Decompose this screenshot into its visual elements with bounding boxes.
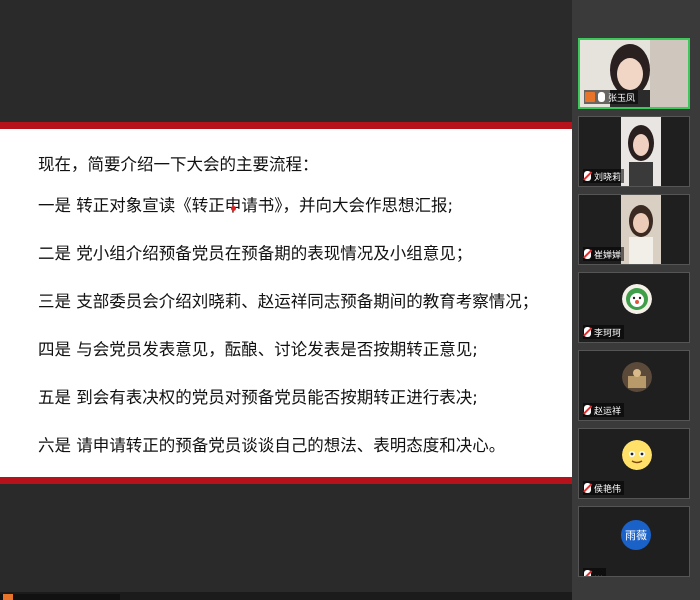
bottom-status-strip [0, 594, 120, 600]
participant-gallery: 张玉凤 刘晓莉 崔婵婵 李珂珂 赵运祥 侯艳伟 雨薇 … [572, 0, 700, 600]
participant-name: 刘晓莉 [594, 172, 622, 183]
presentation-slide: 现在，简要介绍一下大会的主要流程： 一是 转正对象宣读《转正申请书》，并向大会作… [0, 122, 572, 484]
participant-tile-yuwei[interactable]: 雨薇 … [578, 506, 690, 577]
microphone-muted-icon [584, 249, 591, 259]
participant-tile-houyanwei[interactable]: 侯艳伟 [578, 428, 690, 499]
microphone-muted-icon [584, 405, 591, 415]
slide-line: 二是 党小组介绍预备党员在预备期的表现情况及小组意见； [38, 244, 473, 263]
slide-line: 一是 转正对象宣读《转正申请书》，并向大会作思想汇报; [38, 196, 454, 215]
slide-line: 现在，简要介绍一下大会的主要流程： [38, 155, 319, 174]
participant-name-tag: 张玉凤 [584, 90, 639, 104]
participant-tile-zhaoyunxiang[interactable]: 赵运祥 [578, 350, 690, 421]
participant-name: 张玉凤 [608, 93, 636, 104]
participant-name-tag: 赵运祥 [583, 403, 625, 417]
slide-line: 六是 请申请转正的预备党员谈谈自己的想法、表明态度和决心。 [38, 436, 506, 455]
participant-name: 崔婵婵 [594, 250, 622, 261]
avatar [622, 284, 652, 314]
participant-name: 赵运祥 [594, 406, 622, 417]
participant-tile-likeke[interactable]: 李珂珂 [578, 272, 690, 343]
host-icon [585, 92, 595, 102]
slide-line: 四是 与会党员发表意见，酝酿、讨论发表是否按期转正意见; [38, 340, 478, 359]
participant-name-tag: 李珂珂 [583, 325, 625, 339]
laser-pointer-dot [231, 206, 236, 211]
microphone-muted-icon [584, 171, 591, 181]
microphone-muted-icon [584, 327, 591, 337]
participant-name: 李珂珂 [594, 328, 622, 339]
avatar [622, 362, 652, 392]
participant-name-tag: 侯艳伟 [583, 481, 625, 495]
participant-name: … [594, 570, 603, 577]
host-status-icon [3, 594, 13, 600]
participant-tile-cuichanchan[interactable]: 崔婵婵 [578, 194, 690, 265]
microphone-muted-icon [584, 570, 591, 576]
slide-line: 五是 到会有表决权的党员对预备党员能否按期转正进行表决; [38, 388, 478, 407]
shared-screen: 现在，简要介绍一下大会的主要流程： 一是 转正对象宣读《转正申请书》，并向大会作… [0, 0, 572, 600]
microphone-icon [598, 92, 605, 102]
participant-name-tag: … [583, 568, 606, 577]
avatar: 雨薇 [621, 520, 651, 550]
avatar [622, 440, 652, 470]
participant-name-tag: 崔婵婵 [583, 247, 625, 261]
slide-text: 现在，简要介绍一下大会的主要流程： 一是 转正对象宣读《转正申请书》，并向大会作… [38, 151, 548, 480]
participant-name: 侯艳伟 [594, 484, 622, 495]
participant-tile-liuxiaoli[interactable]: 刘晓莉 [578, 116, 690, 187]
microphone-muted-icon [584, 483, 591, 493]
participant-tile-zhangyufeng[interactable]: 张玉凤 [578, 38, 690, 109]
slide-line: 三是 支部委员会介绍刘晓莉、赵运祥同志预备期间的教育考察情况； [38, 292, 539, 311]
participant-name-tag: 刘晓莉 [583, 169, 625, 183]
